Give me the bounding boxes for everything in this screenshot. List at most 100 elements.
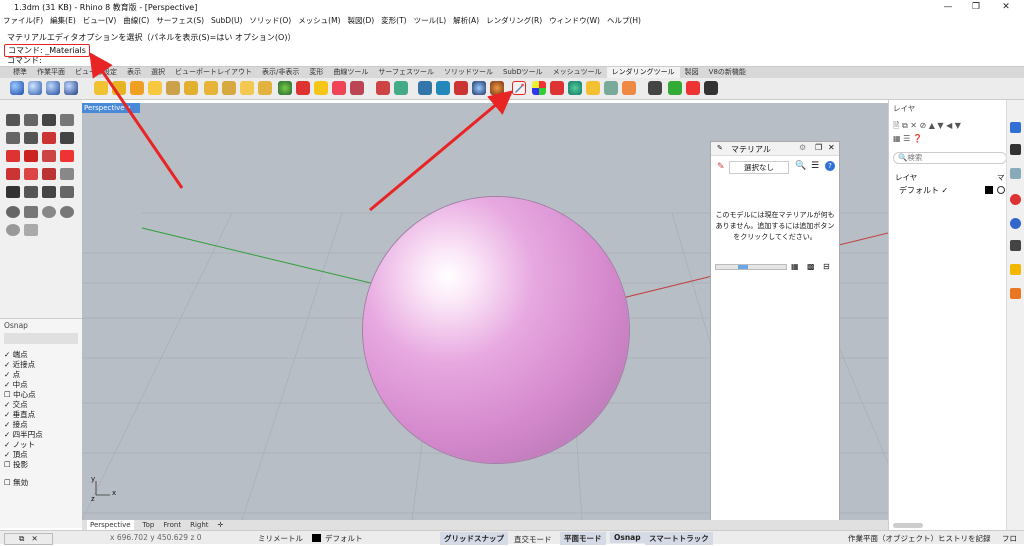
menu-drafting[interactable]: 製図(D) (348, 14, 375, 27)
box-icon[interactable] (60, 186, 74, 198)
layers-search-input[interactable]: 🔍検索 (893, 152, 1007, 164)
menu-tools[interactable]: ツール(L) (414, 14, 447, 27)
tree-view-icon[interactable]: ⊟ (823, 262, 830, 271)
layers-toolbar-icons[interactable]: 🗎 ⧉ ✕ ⊘ ▲ ▼ ◀ ▼ (893, 120, 1003, 130)
menu-window[interactable]: ウィンドウ(W) (549, 14, 600, 27)
light-on-icon[interactable] (258, 81, 272, 95)
menu-edit[interactable]: 編集(E) (50, 14, 76, 27)
pink-sphere[interactable] (363, 197, 629, 463)
spotlight-icon[interactable] (112, 81, 126, 95)
rotate-view-icon[interactable] (6, 224, 20, 236)
menu-render[interactable]: レンダリング(R) (486, 14, 542, 27)
gear-cluster-icon[interactable] (704, 81, 718, 95)
red-bus-icon[interactable] (42, 150, 56, 162)
planar-button[interactable]: 平面モード (560, 532, 606, 545)
water-icon[interactable] (436, 81, 450, 95)
play-icon[interactable] (668, 81, 682, 95)
red-tool-icon[interactable] (60, 150, 74, 162)
layer-material-circle[interactable] (997, 186, 1005, 194)
fire-icon[interactable] (42, 132, 56, 144)
record-icon[interactable] (686, 81, 700, 95)
light-edit-icon[interactable] (204, 81, 218, 95)
material-filter-dropdown[interactable]: 選択なし (729, 161, 789, 174)
tab-set-view[interactable]: ビューの設定 (70, 67, 122, 78)
rectangular-light-icon[interactable] (184, 81, 198, 95)
truck-icon[interactable] (60, 114, 74, 126)
environment-icon[interactable] (278, 81, 292, 95)
filter-button[interactable]: フロ (1002, 533, 1017, 544)
red-car-icon[interactable] (6, 150, 20, 162)
record-history-button[interactable]: ヒストリを記録 (938, 533, 991, 544)
smarttrack-button[interactable]: スマートトラック (645, 532, 713, 545)
tab-standard[interactable]: 標準 (8, 67, 32, 78)
menu-transform[interactable]: 変形(T) (381, 14, 406, 27)
zoom-window-icon[interactable] (42, 206, 56, 218)
status-cplane[interactable]: 作業平面（オブジェクト） (848, 533, 938, 544)
render-tab-icon[interactable] (1010, 194, 1021, 205)
menu-solid[interactable]: ソリッド(O) (249, 14, 291, 27)
tab-viewport-layout[interactable]: ビューポートレイアウト (170, 67, 257, 78)
warning-icon[interactable] (314, 81, 328, 95)
viewport-tab-perspective[interactable]: Perspective (87, 520, 134, 530)
add-material-icon[interactable]: ✎ (717, 162, 725, 172)
panel-close-icon[interactable]: ✕ (828, 143, 835, 152)
texture-mapping-icon[interactable] (350, 81, 364, 95)
sunburst-icon[interactable] (622, 81, 636, 95)
sun-tab-icon[interactable] (1010, 288, 1021, 299)
tab-solid-tools[interactable]: ソリッドツール (439, 67, 498, 78)
tab-cplanes[interactable]: 作業平面 (32, 67, 70, 78)
help-icon[interactable]: ? (825, 161, 835, 171)
menu-file[interactable]: ファイル(F) (3, 14, 43, 27)
bus-icon[interactable] (60, 132, 74, 144)
status-window-icons[interactable]: ⧉ ✕ (4, 533, 53, 545)
tab-transform[interactable]: 変形 (304, 67, 328, 78)
texture-palette-icon[interactable] (532, 81, 546, 95)
viewport-label[interactable]: Perspective ▾ (82, 103, 140, 113)
bulb-icon[interactable] (586, 81, 600, 95)
tab-surface-tools[interactable]: サーフェスツール (373, 67, 439, 78)
solid-icon[interactable] (24, 168, 38, 180)
minimize-icon[interactable]: — (938, 0, 958, 14)
thumbnail-size-slider[interactable] (715, 264, 787, 270)
mesh-icon[interactable] (42, 168, 56, 180)
tab-display[interactable]: 表示 (122, 67, 146, 78)
add-viewport-tab-icon[interactable]: ✛ (218, 520, 224, 530)
lighting-icon[interactable] (568, 81, 582, 95)
ground-plane-icon[interactable] (332, 81, 346, 95)
viewport-tab-front[interactable]: Front (163, 520, 181, 530)
status-layer[interactable]: デフォルト (325, 533, 363, 544)
pan-icon[interactable] (24, 206, 38, 218)
menu-view[interactable]: ビュー(V) (83, 14, 116, 27)
properties-tab-icon[interactable] (1010, 122, 1021, 133)
sky-icon[interactable] (418, 81, 432, 95)
render-window-icon[interactable] (28, 81, 42, 95)
circle-icon[interactable] (60, 168, 74, 180)
display-tab-icon[interactable] (1010, 144, 1021, 155)
directional-light-icon[interactable] (148, 81, 162, 95)
layer-row-default[interactable]: デフォルト ✓ (899, 185, 948, 196)
menu-icon[interactable]: ☰ (811, 161, 819, 171)
tab-new-in-v8[interactable]: V8の新機能 (704, 67, 751, 78)
zoom-icon[interactable] (6, 206, 20, 218)
render-content-icon[interactable] (472, 81, 486, 95)
viewport-tab-right[interactable]: Right (190, 520, 208, 530)
menu-curve[interactable]: 曲線(C) (123, 14, 149, 27)
search-icon[interactable]: 🔍 (795, 161, 806, 171)
red-car2-icon[interactable] (24, 150, 38, 162)
render-preview-icon[interactable] (64, 81, 78, 95)
environment-map-icon[interactable] (550, 81, 564, 95)
car-icon[interactable] (42, 114, 56, 126)
materials-tab-icon[interactable] (1010, 218, 1021, 229)
tab-subd-tools[interactable]: SubDツール (498, 67, 548, 78)
sun-icon[interactable] (240, 81, 254, 95)
boat-icon[interactable] (24, 186, 38, 198)
layers-tab-icon[interactable] (1010, 168, 1021, 179)
tab-select[interactable]: 選択 (146, 67, 170, 78)
select-arrow-icon[interactable] (6, 114, 20, 126)
layers-toolbar2-icons[interactable]: ▦ ☰ ❓ (893, 134, 953, 144)
status-layer-swatch[interactable] (312, 534, 321, 542)
notification-bell-icon[interactable] (1010, 264, 1021, 275)
basketball-material-icon[interactable] (490, 81, 504, 95)
print-icon[interactable] (604, 81, 618, 95)
render-icon[interactable] (10, 81, 24, 95)
